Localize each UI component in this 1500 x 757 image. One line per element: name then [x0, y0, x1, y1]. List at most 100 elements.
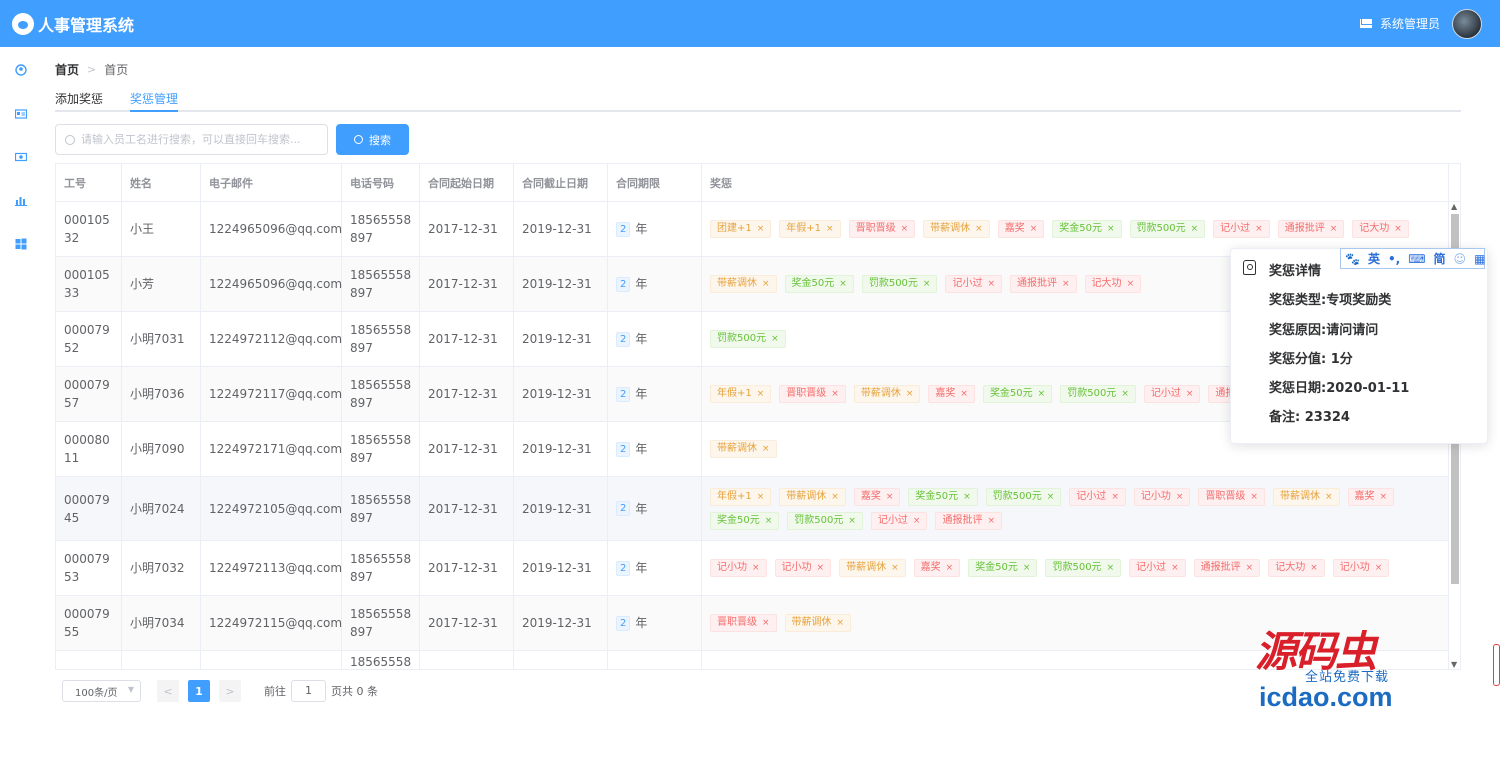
reward-tag[interactable]: 罚款500元 ×	[1045, 559, 1122, 577]
reward-tag[interactable]: 带薪调休 ×	[710, 275, 777, 293]
close-icon[interactable]: ×	[1330, 224, 1338, 234]
reward-tag[interactable]: 年假+1 ×	[710, 487, 772, 506]
reward-tag[interactable]: 奖金50元 ×	[1052, 220, 1122, 238]
close-icon[interactable]: ×	[1380, 492, 1388, 502]
search-input[interactable]	[81, 133, 321, 146]
close-icon[interactable]: ×	[901, 224, 909, 234]
reward-tag[interactable]: 奖金50元 ×	[710, 511, 780, 530]
ime-simplified-toggle[interactable]: 简	[1434, 250, 1446, 267]
close-icon[interactable]: ×	[1394, 224, 1402, 234]
keyboard-icon[interactable]: ⌨	[1408, 252, 1425, 266]
close-icon[interactable]: ×	[1171, 563, 1179, 573]
search-button[interactable]: 搜索	[336, 124, 409, 155]
reward-tag[interactable]: 罚款500元 ×	[985, 487, 1062, 506]
reward-tag[interactable]: 记小过 ×	[1069, 487, 1126, 506]
reward-tag[interactable]: 带薪调休 ×	[853, 385, 921, 403]
reward-tag[interactable]: 晋职晋级 ×	[1198, 487, 1265, 506]
reward-tag[interactable]: 罚款500元 ×	[861, 275, 938, 293]
scroll-down-icon[interactable]: ▼	[1451, 660, 1457, 669]
money-icon[interactable]	[14, 151, 28, 163]
brand[interactable]: 人事管理系统	[12, 12, 134, 36]
close-icon[interactable]: ×	[1038, 389, 1046, 399]
close-icon[interactable]: ×	[1111, 492, 1119, 502]
close-icon[interactable]: ×	[762, 279, 770, 289]
page-size-select[interactable]: 100条/页 ▼	[62, 680, 141, 702]
reward-tag[interactable]: 年假+1 ×	[710, 385, 772, 403]
close-icon[interactable]: ×	[913, 516, 921, 526]
windows-icon[interactable]	[15, 238, 27, 250]
goto-page-input[interactable]: 1	[291, 680, 326, 702]
close-icon[interactable]: ×	[848, 516, 856, 526]
prev-page-button[interactable]: <	[157, 680, 179, 702]
breadcrumb-home[interactable]: 首页	[55, 61, 79, 78]
close-icon[interactable]: ×	[831, 389, 839, 399]
reward-tag[interactable]: 晋职晋级 ×	[848, 220, 916, 238]
close-icon[interactable]: ×	[817, 563, 825, 573]
reward-tag[interactable]: 记小功 ×	[774, 559, 832, 577]
reward-tag[interactable]: 带薪调休 ×	[779, 487, 846, 506]
close-icon[interactable]: ×	[891, 563, 899, 573]
close-icon[interactable]: ×	[839, 279, 847, 289]
grid-icon[interactable]: ▦	[1474, 252, 1485, 266]
close-icon[interactable]: ×	[1121, 389, 1129, 399]
close-icon[interactable]: ×	[1186, 389, 1194, 399]
punctuation-icon[interactable]: •,	[1388, 252, 1400, 266]
reward-tag[interactable]: 记小过 ×	[1143, 385, 1201, 403]
close-icon[interactable]: ×	[762, 618, 770, 628]
reward-tag[interactable]: 嘉奖 ×	[928, 385, 975, 403]
close-icon[interactable]: ×	[1062, 279, 1070, 289]
close-icon[interactable]: ×	[987, 279, 995, 289]
id-card-icon[interactable]	[14, 108, 28, 120]
reward-tag[interactable]: 通报批评 ×	[935, 511, 1003, 530]
reward-tag[interactable]: 带薪调休 ×	[839, 559, 906, 577]
reward-tag[interactable]: 记大功 ×	[1268, 559, 1325, 577]
close-icon[interactable]: ×	[1250, 492, 1258, 502]
table-row[interactable]: 18565558897	[56, 651, 1448, 669]
reward-tag[interactable]: 带薪调休 ×	[784, 614, 852, 632]
close-icon[interactable]: ×	[987, 516, 995, 526]
reward-tag[interactable]: 团建+1 ×	[710, 220, 772, 238]
close-icon[interactable]: ×	[1310, 563, 1318, 573]
next-page-button[interactable]: >	[219, 680, 241, 702]
reward-tag[interactable]: 嘉奖 ×	[853, 487, 901, 506]
reward-tag[interactable]: 奖金50元 ×	[968, 559, 1038, 577]
reward-tag[interactable]: 带薪调休 ×	[923, 220, 990, 238]
close-icon[interactable]: ×	[1107, 563, 1115, 573]
avatar[interactable]	[1452, 8, 1482, 39]
close-icon[interactable]: ×	[757, 389, 765, 399]
reward-tag[interactable]: 记小过 ×	[945, 275, 1003, 293]
reward-tag[interactable]: 年假+1 ×	[779, 220, 841, 238]
close-icon[interactable]: ×	[831, 492, 839, 502]
user-circle-icon[interactable]	[15, 64, 27, 76]
reward-tag[interactable]: 通报批评 ×	[1193, 559, 1261, 577]
bar-chart-icon[interactable]	[15, 194, 27, 206]
close-icon[interactable]: ×	[963, 492, 971, 502]
reward-tag[interactable]: 罚款500元 ×	[710, 330, 786, 348]
tab-add-reward-punishment[interactable]: 添加奖惩	[55, 90, 103, 112]
table-row[interactable]: 00007955 小明7034 1224972115@qq.com 185655588…	[56, 596, 1448, 651]
close-icon[interactable]: ×	[1047, 492, 1055, 502]
tab-reward-punishment-manage[interactable]: 奖惩管理	[130, 90, 179, 112]
scroll-up-icon[interactable]: ▲	[1451, 202, 1457, 211]
close-icon[interactable]: ×	[752, 563, 760, 573]
reward-tag[interactable]: 通报批评 ×	[1010, 275, 1077, 293]
table-row[interactable]: 00007953 小明7032 1224972113@qq.com 185655588…	[56, 541, 1448, 596]
close-icon[interactable]: ×	[1246, 563, 1254, 573]
reward-tag[interactable]: 记大功 ×	[1084, 275, 1142, 293]
reward-tag[interactable]: 嘉奖 ×	[1347, 487, 1395, 506]
reward-tag[interactable]: 奖金50元 ×	[908, 487, 978, 506]
close-icon[interactable]: ×	[837, 618, 845, 628]
reward-tag[interactable]: 罚款500元 ×	[787, 511, 863, 530]
close-icon[interactable]: ×	[762, 444, 770, 454]
reward-tag[interactable]: 晋职晋级 ×	[710, 614, 777, 632]
reward-tag[interactable]: 晋职晋级 ×	[779, 385, 846, 403]
close-icon[interactable]: ×	[1023, 563, 1031, 573]
reward-tag[interactable]: 记小功 ×	[710, 559, 767, 577]
close-icon[interactable]: ×	[1030, 224, 1038, 234]
close-icon[interactable]: ×	[946, 563, 954, 573]
close-icon[interactable]: ×	[1176, 492, 1184, 502]
ime-lang-toggle[interactable]: 英	[1368, 250, 1380, 267]
close-icon[interactable]: ×	[757, 224, 765, 234]
user-icon[interactable]: ☺	[1454, 252, 1467, 266]
page-number-button[interactable]: 1	[188, 680, 210, 702]
